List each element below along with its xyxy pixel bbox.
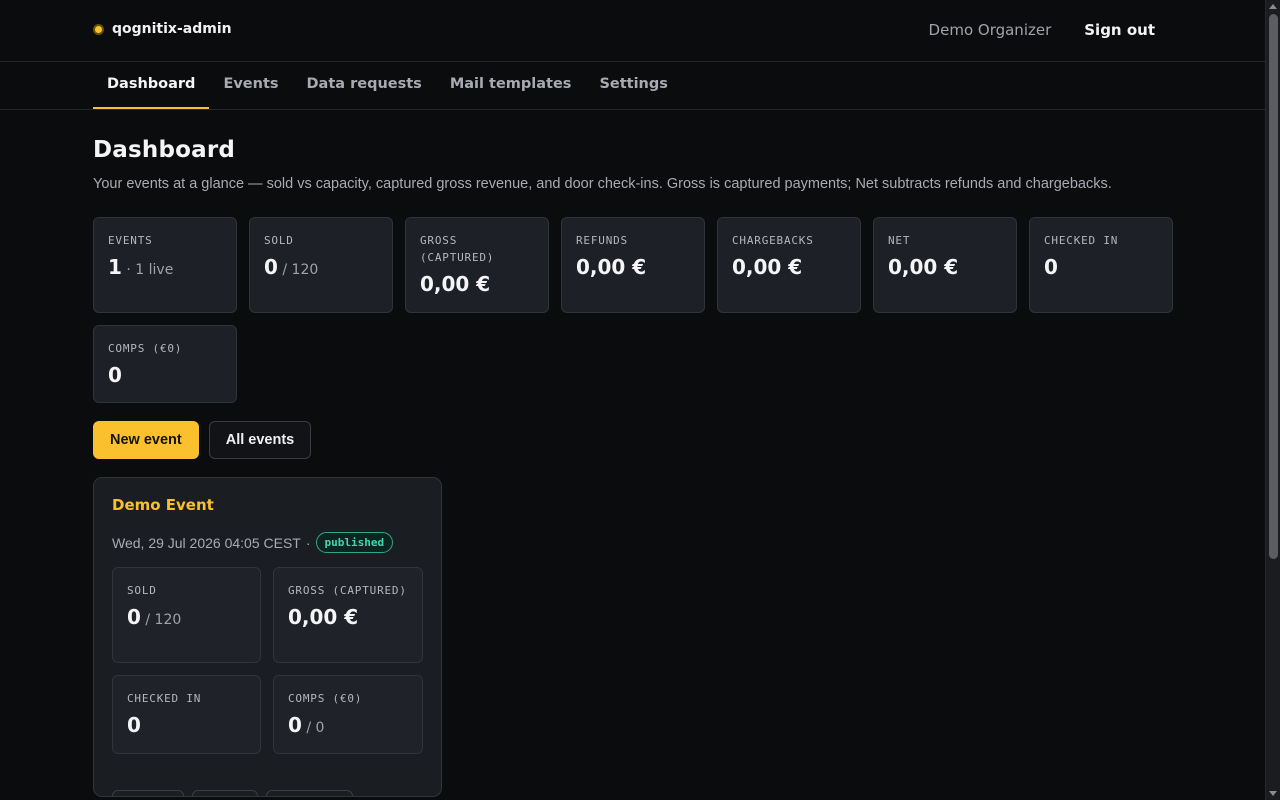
all-events-button[interactable]: All events [208,421,312,459]
event-action-button[interactable] [266,790,353,796]
stat-label: GROSS (CAPTURED) [288,584,407,597]
stat-value: 0 / 0 [288,713,408,737]
stat-number: 0 [1044,255,1058,279]
stat-card-net: NET 0,00 € [873,217,1017,313]
stat-card-events: EVENTS 1 · 1 live [93,217,237,313]
stat-label: CHECKED IN [127,692,202,705]
user-menu: Demo Organizer Sign out [929,21,1155,39]
stat-label: EVENTS [108,234,153,247]
event-stats-grid: SOLD 0 / 120 GROSS (CAPTURED) 0,00 € CHE… [112,567,423,754]
stat-number: 0,00 € [288,605,359,629]
tab-events[interactable]: Events [209,62,292,109]
tab-settings[interactable]: Settings [585,62,681,109]
event-card: Demo Event Wed, 29 Jul 2026 04:05 CEST ·… [93,477,442,797]
stat-label: CHECKED IN [1044,234,1119,247]
stat-value: 0,00 € [732,255,846,279]
scroll-thumb[interactable] [1269,14,1278,559]
stat-number: 0,00 € [732,255,803,279]
stat-number: 0,00 € [576,255,647,279]
meta-separator: · [305,534,311,551]
stat-card-gross: GROSS (CAPTURED) 0,00 € [405,217,549,313]
stat-number: 0 [108,363,122,387]
stat-value: 1 · 1 live [108,255,222,279]
stat-number: 0,00 € [420,272,491,296]
event-stat-comps: COMPS (€0) 0 / 0 [273,675,423,754]
stat-label: SOLD [127,584,157,597]
event-card-actions [112,790,353,796]
action-bar: New event All events [93,421,1173,459]
stat-value: 0 [108,363,222,387]
event-date: Wed, 29 Jul 2026 04:05 CEST [112,534,301,551]
stat-card-checked-in: CHECKED IN 0 [1029,217,1173,313]
event-stat-gross: GROSS (CAPTURED) 0,00 € [273,567,423,663]
top-bar: qognitix-admin Demo Organizer Sign out [0,0,1280,62]
status-badge: published [315,532,394,553]
page-title: Dashboard [93,137,236,163]
brand-logo[interactable]: qognitix-admin [93,21,232,37]
stat-sub: / 120 [277,262,319,278]
page-description: Your events at a glance — sold vs capaci… [93,176,1112,192]
stat-label: COMPS (€0) [288,692,363,705]
sign-out-link[interactable]: Sign out [1084,21,1155,39]
main-nav: Dashboard Events Data requests Mail temp… [0,62,1280,110]
stat-value: 0 [1044,255,1158,279]
stat-card-comps: COMPS (€0) 0 [93,325,237,403]
event-action-button[interactable] [192,790,258,796]
stat-label: CHARGEBACKS [732,234,814,247]
tab-dashboard[interactable]: Dashboard [93,62,210,109]
stat-number: 0 [127,605,141,629]
stat-number: 1 [108,255,122,279]
stat-label: GROSS (CAPTURED) [420,234,495,264]
stat-value: 0 / 120 [264,255,378,279]
nav-tabs: Dashboard Events Data requests Mail temp… [93,62,682,109]
scroll-down-icon[interactable] [1269,791,1277,796]
event-meta: Wed, 29 Jul 2026 04:05 CEST · published [112,532,423,553]
stat-value: 0 [127,713,246,737]
stat-value: 0,00 € [420,272,534,296]
event-action-button[interactable] [112,790,184,796]
stat-value: 0,00 € [288,605,408,629]
stat-sub: · 1 live [121,262,174,278]
stat-card-chargebacks: CHARGEBACKS 0,00 € [717,217,861,313]
page-scrollbar[interactable] [1265,0,1280,800]
stat-card-refunds: REFUNDS 0,00 € [561,217,705,313]
stat-label: COMPS (€0) [108,342,183,355]
stat-number: 0,00 € [888,255,959,279]
tab-mail-templates[interactable]: Mail templates [436,62,586,109]
stat-label: REFUNDS [576,234,628,247]
stat-value: 0,00 € [576,255,690,279]
brand-dot-icon [93,23,104,35]
organizer-name: Demo Organizer [928,21,1052,39]
new-event-button[interactable]: New event [93,421,199,459]
event-title-link[interactable]: Demo Event [112,496,423,514]
stat-value: 0,00 € [888,255,1002,279]
tab-data-requests[interactable]: Data requests [293,62,436,109]
stat-number: 0 [264,255,278,279]
event-stat-checked-in: CHECKED IN 0 [112,675,261,754]
stat-number: 0 [127,713,141,737]
stat-card-sold: SOLD 0 / 120 [249,217,393,313]
stat-label: SOLD [264,234,294,247]
stats-grid: EVENTS 1 · 1 live SOLD 0 / 120 GROSS (CA… [93,217,1173,403]
main-content: Dashboard Your events at a glance — sold… [93,110,1173,797]
stat-label: NET [888,234,911,247]
event-stat-sold: SOLD 0 / 120 [112,567,261,663]
stat-sub: / 0 [301,720,325,736]
stat-sub: / 120 [140,612,182,628]
brand-name: qognitix-admin [112,21,232,37]
scroll-up-icon[interactable] [1269,4,1277,9]
stat-number: 0 [288,713,302,737]
stat-value: 0 / 120 [127,605,246,629]
